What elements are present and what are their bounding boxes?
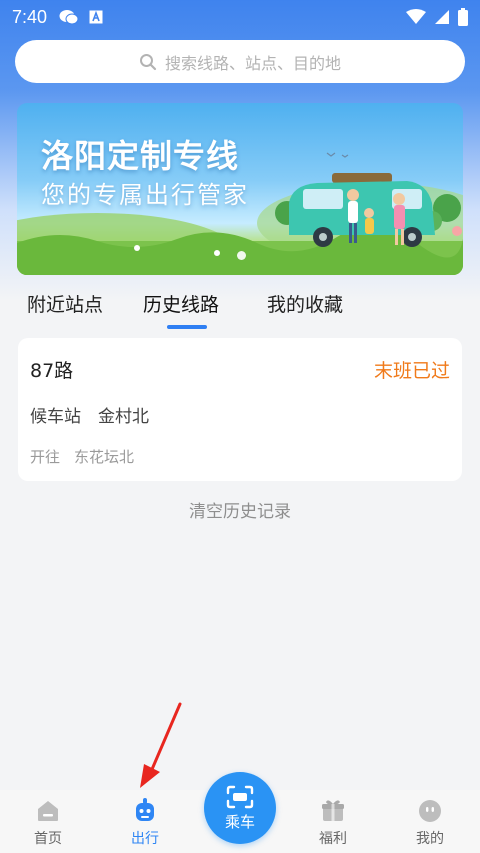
banner-title: 洛阳定制专线 — [41, 137, 240, 175]
nav-mine[interactable]: 我的 — [395, 790, 465, 853]
home-icon — [38, 801, 58, 821]
wechat-icon — [59, 10, 79, 25]
robot-icon — [136, 798, 154, 821]
direction-label: 开往 — [30, 448, 61, 466]
nav-mine-label: 我的 — [416, 831, 444, 847]
route-name: 87路 — [30, 360, 74, 382]
promo-banner[interactable]: 洛阳定制专线 您的专属出行管家 — [17, 103, 463, 275]
wifi-icon — [406, 9, 426, 24]
search-icon — [139, 53, 157, 70]
ride-button[interactable]: 乘车 — [204, 772, 276, 844]
nav-travel[interactable]: 出行 — [110, 790, 180, 853]
tab-nearby-stops[interactable]: 附近站点 — [27, 290, 103, 317]
status-bar: 7:40 — [0, 0, 480, 34]
nav-home[interactable]: 首页 — [13, 790, 83, 853]
status-time: 7:40 — [12, 6, 48, 27]
clear-history-button[interactable]: 清空历史记录 — [0, 497, 480, 522]
tab-favorites[interactable]: 我的收藏 — [267, 290, 343, 317]
gift-icon — [322, 800, 344, 821]
ride-button-label: 乘车 — [224, 812, 255, 831]
nav-benefits[interactable]: 福利 — [298, 790, 368, 853]
annotation-arrow-icon — [140, 702, 182, 788]
face-icon — [419, 800, 441, 822]
stop-label: 候车站 — [30, 407, 81, 427]
history-route-card[interactable]: 87路 末班已过 候车站 金村北 开往 东花坛北 — [18, 338, 462, 481]
tab-history-routes[interactable]: 历史线路 — [143, 290, 219, 317]
nav-benefits-label: 福利 — [319, 831, 347, 847]
history-tabs: 附近站点 历史线路 我的收藏 — [0, 282, 480, 332]
banner-subtitle: 您的专属出行管家 — [41, 181, 249, 209]
scan-icon — [226, 785, 254, 808]
active-tab-indicator — [167, 325, 207, 329]
status-icons-left — [59, 9, 103, 25]
app-icon — [89, 10, 103, 24]
signal-icon — [435, 10, 449, 24]
stop-name: 金村北 — [98, 407, 149, 427]
status-icons-right — [406, 8, 468, 26]
nav-travel-label: 出行 — [131, 831, 159, 847]
search-placeholder: 搜索线路、站点、目的地 — [164, 53, 341, 73]
search-bar[interactable]: 搜索线路、站点、目的地 — [15, 40, 465, 83]
battery-icon — [458, 8, 468, 26]
direction-name: 东花坛北 — [74, 448, 135, 466]
banner-page-indicator — [237, 251, 246, 260]
nav-home-label: 首页 — [34, 831, 62, 847]
route-status: 末班已过 — [373, 360, 450, 382]
